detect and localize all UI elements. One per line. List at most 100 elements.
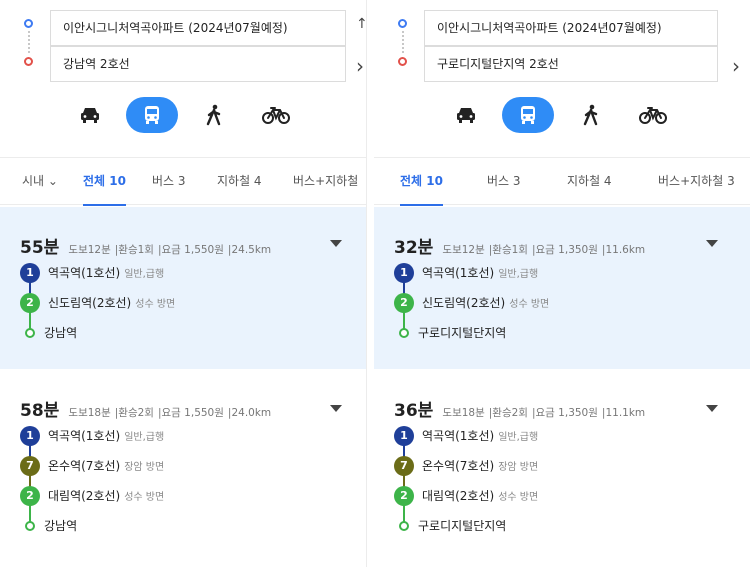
line-2-badge: 2 [20, 485, 40, 506]
tab-bus[interactable]: 버스 3 [152, 158, 186, 206]
car-icon [457, 108, 475, 123]
mode-walk-button[interactable] [188, 97, 240, 133]
route-step: 1 역곡역(1호선) 일반,급행 [20, 425, 164, 449]
route-panel-left: 이안시그니처역곡아파트 (2024년07월예정) 강남역 2호선 ↑ › 시내 … [0, 0, 366, 567]
destination-input[interactable]: 구로디지털단지역 2호선 [424, 46, 718, 82]
destination-marker-icon [398, 57, 407, 66]
mode-car-button[interactable] [440, 97, 492, 133]
arrival-point-icon [399, 520, 409, 531]
route-transfer: 환승1회 [118, 244, 154, 256]
result-tabs: 전체 10 버스 3 지하철 4 버스+지하철 3 [374, 157, 750, 206]
route-step: 2 대림역(2호선) 성수 방면 [20, 485, 164, 509]
route-connector [28, 31, 30, 53]
line-2-badge: 2 [394, 292, 414, 313]
route-summary: 36분 도보18분 |환승2회 |요금 1,350원 |11.1km [394, 401, 646, 421]
bus-icon [521, 106, 535, 124]
line-7-badge: 7 [20, 455, 40, 476]
route-distance: 11.6km [605, 244, 646, 256]
tab-all[interactable]: 전체 10 [400, 158, 443, 206]
route-walk: 도보12분 [68, 244, 111, 256]
mode-walk-button[interactable] [565, 97, 617, 133]
origin-input[interactable]: 이안시그니처역곡아파트 (2024년07월예정) [50, 10, 346, 46]
route-distance: 24.0km [231, 407, 272, 419]
route-transfer: 환승1회 [492, 244, 528, 256]
route-result[interactable]: 36분 도보18분 |환승2회 |요금 1,350원 |11.1km 1 역곡역(1호선… [374, 378, 750, 563]
route-fare: 요금 1,550원 [161, 407, 224, 419]
bus-icon [145, 106, 159, 124]
arrival-point-icon [399, 327, 409, 338]
route-result[interactable]: 32분 도보12분 |환승1회 |요금 1,350원 |11.6km 1 역곡역(1호선… [374, 207, 750, 369]
line-1-badge: 1 [20, 425, 40, 446]
result-tabs: 시내 ⌄ 전체 10 버스 3 지하철 4 버스+지하철 [0, 157, 366, 206]
tab-bus-subway[interactable]: 버스+지하철 [293, 158, 358, 206]
origin-input[interactable]: 이안시그니처역곡아파트 (2024년07월예정) [424, 10, 718, 46]
route-walk: 도보18분 [442, 407, 485, 419]
route-step: 7 온수역(7호선) 장암 방면 [20, 455, 164, 479]
route-fare: 요금 1,350원 [535, 244, 598, 256]
mode-bike-button[interactable] [250, 97, 302, 133]
route-step: 강남역 [20, 322, 77, 346]
route-fare: 요금 1,350원 [535, 407, 598, 419]
route-step: 1 역곡역(1호선) 일반,급행 [394, 262, 538, 286]
arrival-point-icon [25, 520, 35, 531]
route-result[interactable]: 58분 도보18분 |환승2회 |요금 1,550원 |24.0km 1 역곡역(1호선… [0, 378, 366, 563]
route-transfer: 환승2회 [492, 407, 528, 419]
bike-icon [639, 107, 667, 124]
line-7-badge: 7 [394, 455, 414, 476]
line-1-badge: 1 [394, 262, 414, 283]
route-duration: 58분 [20, 401, 60, 421]
route-step: 2 신도림역(2호선) 성수 방면 [394, 292, 549, 316]
route-summary: 58분 도보18분 |환승2회 |요금 1,550원 |24.0km [20, 401, 272, 421]
expand-caret-icon[interactable] [330, 240, 342, 247]
route-walk: 도보18분 [68, 407, 111, 419]
route-walk: 도보12분 [442, 244, 485, 256]
route-summary: 32분 도보12분 |환승1회 |요금 1,350원 |11.6km [394, 238, 646, 258]
route-transfer: 환승2회 [118, 407, 154, 419]
mode-transit-button[interactable] [126, 97, 178, 133]
route-step: 강남역 [20, 515, 77, 539]
tab-bus[interactable]: 버스 3 [487, 158, 521, 206]
origin-marker-icon [24, 19, 33, 28]
walk-icon [583, 104, 598, 126]
route-distance: 24.5km [231, 244, 272, 256]
line-1-badge: 1 [394, 425, 414, 446]
route-connector [402, 31, 404, 53]
arrival-point-icon [25, 327, 35, 338]
expand-caret-icon[interactable] [330, 405, 342, 412]
route-duration: 32분 [394, 238, 434, 258]
route-step: 구로디지털단지역 [394, 322, 506, 346]
tab-subway[interactable]: 지하철 4 [217, 158, 262, 206]
chevron-down-icon: ⌄ [47, 174, 58, 188]
tab-bus-subway[interactable]: 버스+지하철 3 [658, 158, 735, 206]
route-panel-right: 이안시그니처역곡아파트 (2024년07월예정) 구로디지털단지역 2호선 › [374, 0, 750, 567]
route-distance: 11.1km [605, 407, 646, 419]
line-1-badge: 1 [20, 262, 40, 283]
mode-transit-button[interactable] [502, 97, 554, 133]
route-summary: 55분 도보12분 |환승1회 |요금 1,550원 |24.5km [20, 238, 272, 258]
line-2-badge: 2 [20, 292, 40, 313]
more-icon[interactable]: › [732, 54, 740, 78]
line-2-badge: 2 [394, 485, 414, 506]
route-duration: 55분 [20, 238, 60, 258]
tab-all[interactable]: 전체 10 [83, 158, 126, 206]
mode-bike-button[interactable] [627, 97, 679, 133]
route-result[interactable]: 55분 도보12분 |환승1회 |요금 1,550원 |24.5km 1 역곡역(1호선… [0, 207, 366, 369]
car-icon [81, 108, 99, 123]
destination-marker-icon [24, 57, 33, 66]
route-duration: 36분 [394, 401, 434, 421]
origin-marker-icon [398, 19, 407, 28]
more-icon[interactable]: › [356, 54, 364, 78]
walk-icon [206, 104, 221, 126]
swap-icon[interactable]: ↑ [356, 16, 366, 32]
expand-caret-icon[interactable] [706, 405, 718, 412]
tab-area-select[interactable]: 시내 ⌄ [22, 158, 58, 206]
tab-subway[interactable]: 지하철 4 [567, 158, 612, 206]
mode-car-button[interactable] [64, 97, 116, 133]
route-step: 2 대림역(2호선) 성수 방면 [394, 485, 538, 509]
destination-input[interactable]: 강남역 2호선 [50, 46, 346, 82]
expand-caret-icon[interactable] [706, 240, 718, 247]
panel-divider [366, 0, 374, 567]
route-step: 7 온수역(7호선) 장암 방면 [394, 455, 538, 479]
route-step: 1 역곡역(1호선) 일반,급행 [20, 262, 164, 286]
route-step: 2 신도림역(2호선) 성수 방면 [20, 292, 175, 316]
